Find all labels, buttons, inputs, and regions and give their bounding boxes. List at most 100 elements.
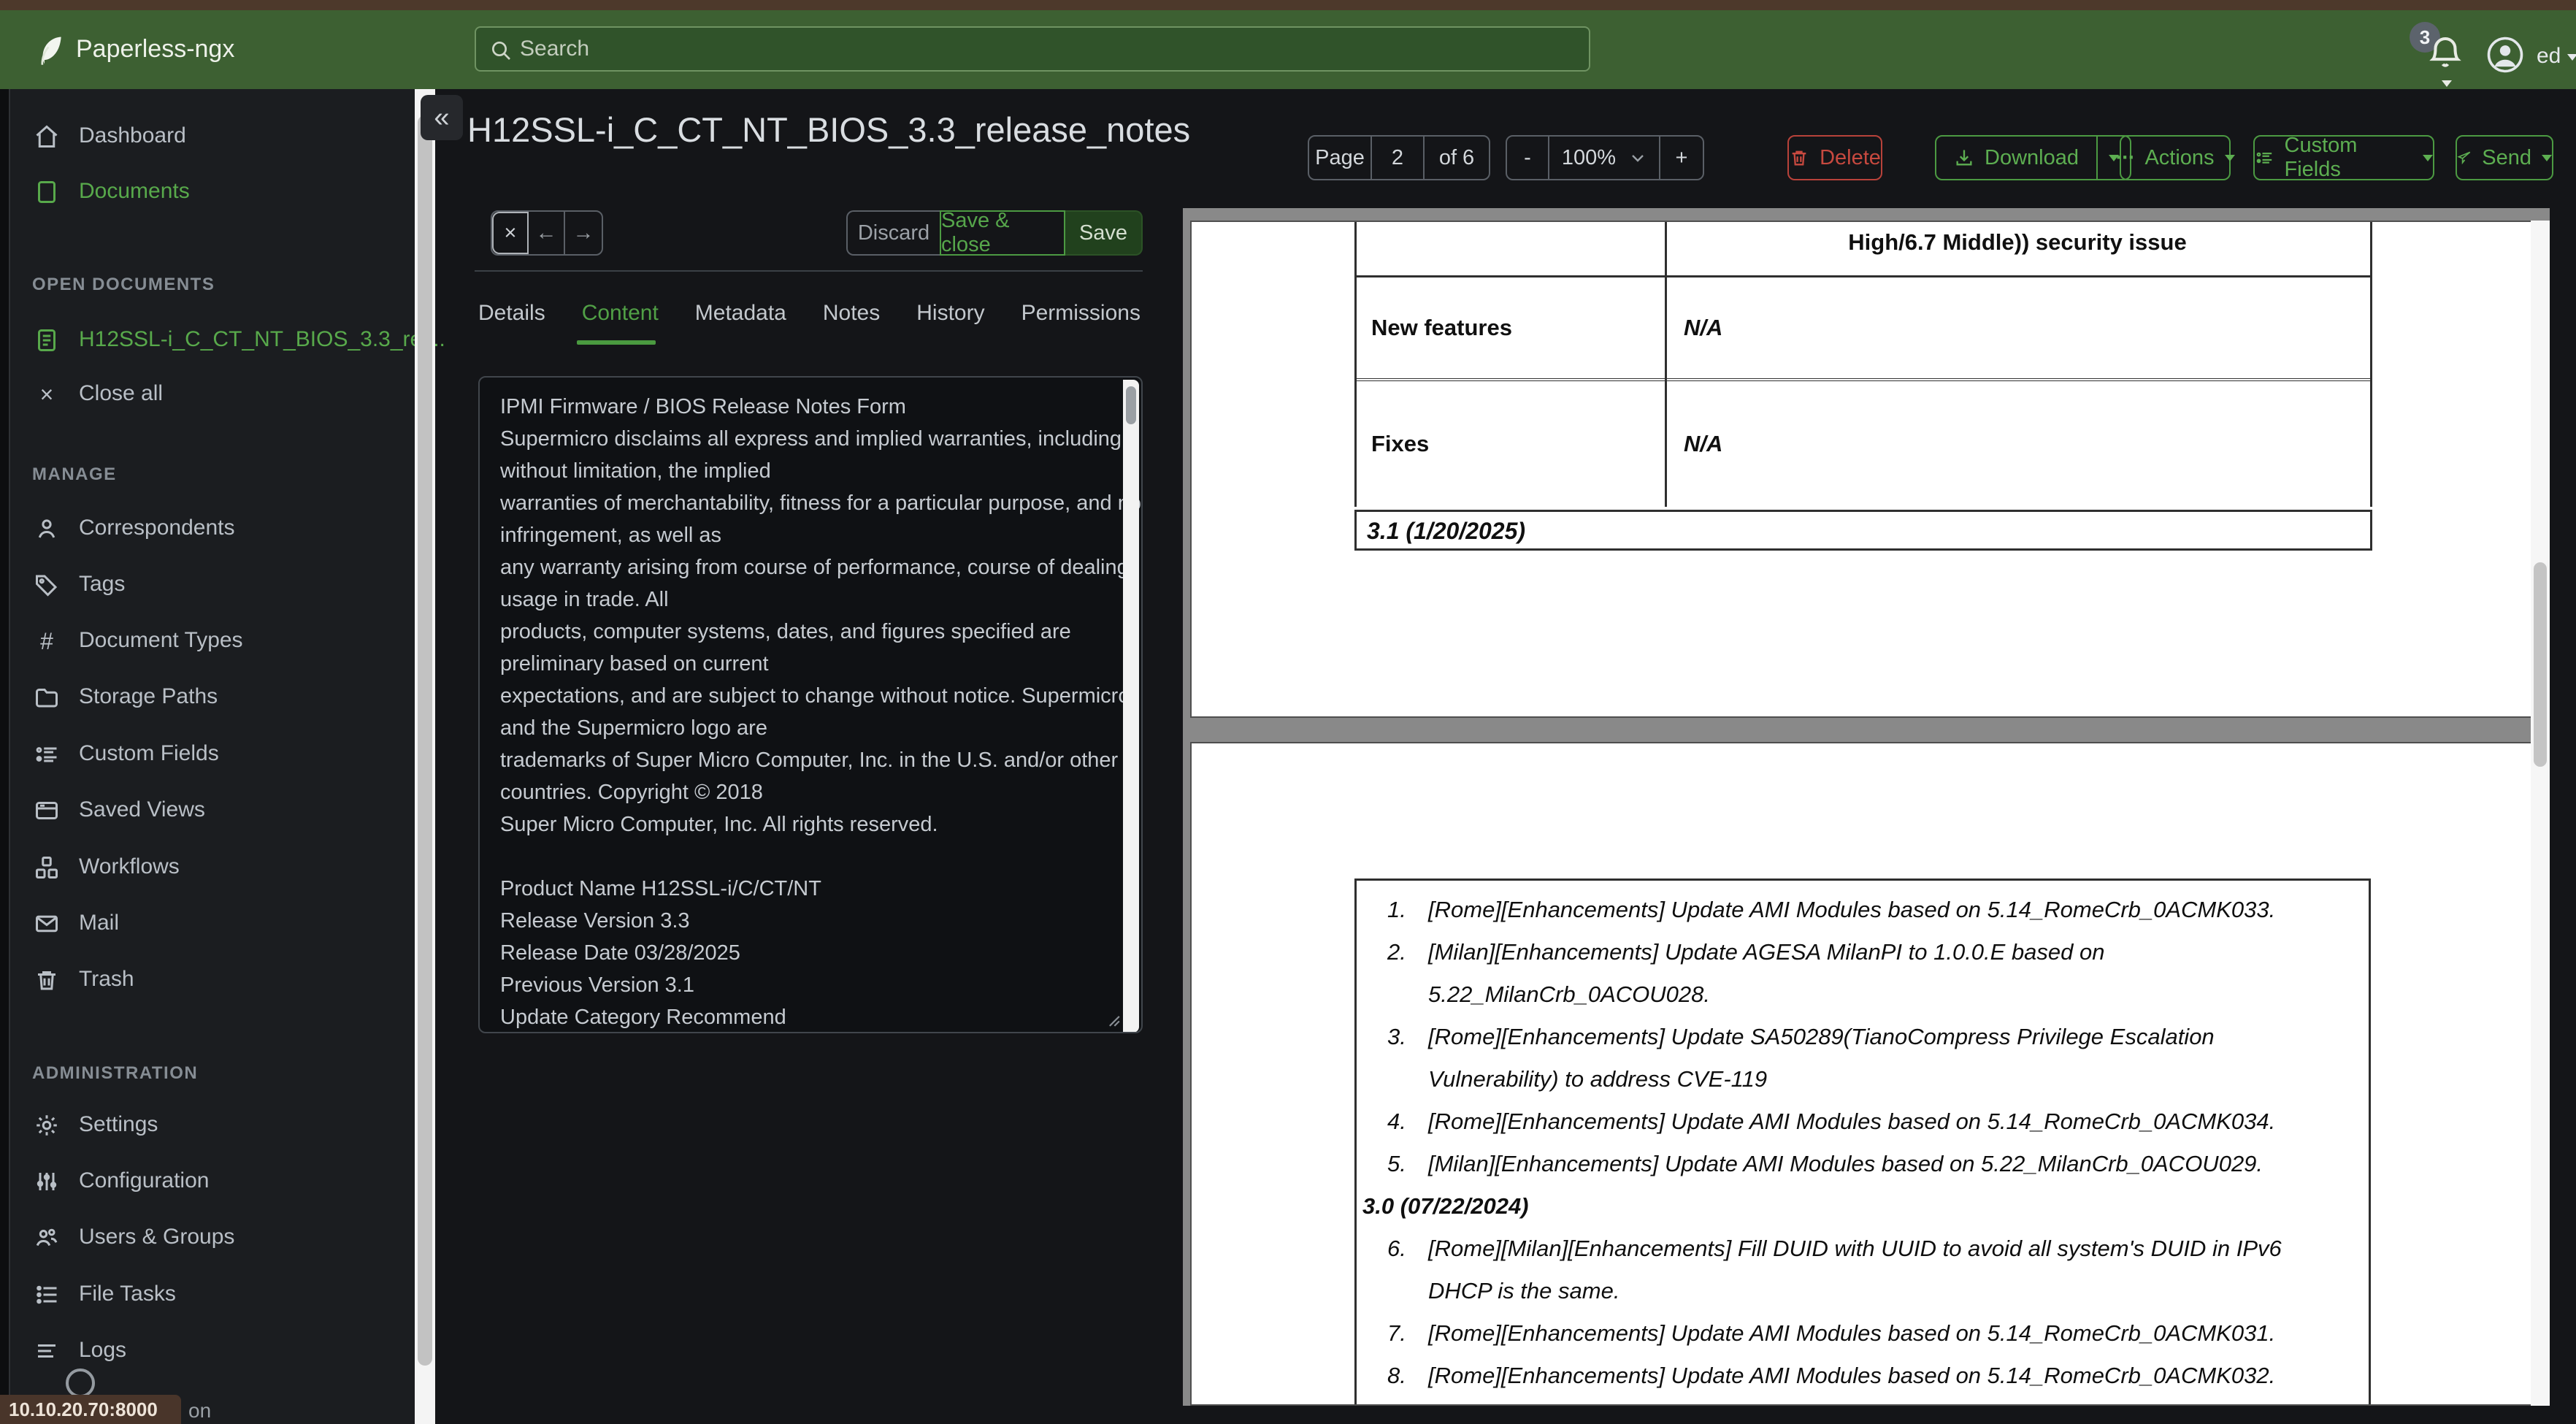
close-document-button[interactable]: × (492, 212, 529, 254)
sidebar-item-trash[interactable]: Trash (9, 957, 415, 1003)
person-icon (32, 514, 61, 543)
pdf-table-row-security: High/6.7 Middle)) security issue (1357, 222, 2370, 277)
zoom-in-button[interactable]: + (1660, 137, 1703, 179)
save-and-close-button[interactable]: Save & close (940, 209, 1065, 256)
list-item: 5.22_MilanCrb_0ACOU028. (1428, 981, 1710, 1007)
sidebar-item-custom-fields[interactable]: Custom Fields (9, 732, 415, 777)
pdf-scrollbar-thumb[interactable] (2534, 562, 2547, 767)
app-header: Paperless-ngx Search 3 ed (0, 10, 2576, 89)
list-item: 9.[Rome][Milan][Enhancements] For UsbBus… (1357, 1399, 2369, 1404)
zoom-out-button[interactable]: - (1507, 137, 1549, 179)
page-total-label: of 6 (1438, 145, 1475, 169)
section-manage: MANAGE (32, 464, 117, 484)
lines-icon (32, 1336, 61, 1366)
notifications-bell-icon[interactable] (2426, 32, 2466, 76)
document-nav-group: × ← → (491, 210, 603, 256)
tab-content[interactable]: Content (582, 301, 659, 326)
sidebar-item-correspondents[interactable]: Correspondents (9, 506, 415, 551)
zoom-level-select[interactable]: 100% (1549, 137, 1660, 179)
search-placeholder: Search (520, 37, 590, 61)
download-split-button: Download (1935, 135, 2131, 180)
notifications-caret-icon (2442, 80, 2452, 87)
page-number-input[interactable]: 2 (1372, 137, 1425, 179)
sidebar-item-mail[interactable]: Mail (9, 901, 415, 946)
tab-details[interactable]: Details (478, 301, 545, 326)
sidebar-item-tags[interactable]: Tags (9, 562, 415, 608)
divider (475, 270, 1143, 272)
page-label: Page (1309, 137, 1372, 179)
actions-button[interactable]: ··· Actions (2115, 135, 2235, 180)
list-version-header: 3.0 (07/22/2024) (1362, 1193, 1529, 1219)
sidebar-item-open-document[interactable]: H12SSL-i_C_CT_NT_BIOS_3.3_rel... (9, 318, 445, 363)
sidebar-item-documents[interactable]: Documents (9, 169, 415, 215)
list-item: 7. [Rome][Enhancements] Update AMI Module… (1387, 1320, 2276, 1346)
section-open-documents: OPEN DOCUMENTS (32, 275, 215, 294)
custom-fields-button[interactable]: Custom Fields (2253, 134, 2434, 181)
tab-permissions[interactable]: Permissions (1021, 301, 1141, 326)
list-item: DHCP is the same. (1428, 1278, 1620, 1304)
tab-notes[interactable]: Notes (823, 301, 880, 326)
list-item: 6. [Rome][Milan][Enhancements] Fill DUID … (1387, 1236, 2282, 1261)
detail-tabs: Details Content Metadata Notes History P… (478, 301, 1141, 326)
envelope-icon (32, 909, 61, 938)
textarea-scrollbar-track[interactable] (1123, 380, 1139, 1032)
user-menu[interactable]: ed (2537, 44, 2561, 69)
sidebar-item-document-types[interactable]: # Document Types (9, 619, 415, 664)
checklist-icon (2256, 152, 2272, 164)
sidebar-item-storage-paths[interactable]: Storage Paths (9, 675, 415, 720)
list-item: 1. [Rome][Enhancements] Update AMI Module… (1387, 897, 2276, 922)
app-window: Paperless-ngx Search 3 ed Dashboard Docu… (0, 0, 2576, 1424)
send-plane-icon (2457, 151, 2471, 165)
document-text-icon (32, 326, 61, 355)
trash-icon (32, 965, 61, 995)
sidebar-item-configuration[interactable]: Configuration (9, 1159, 415, 1204)
list-item: Vulnerability) to address CVE-119 (1428, 1066, 1768, 1092)
sidebar-item-dashboard[interactable]: Dashboard (9, 114, 415, 159)
window-icon (32, 796, 61, 825)
section-administration: ADMINISTRATION (32, 1063, 199, 1083)
documentation-label-partial: on (188, 1399, 212, 1422)
sidebar-scrollbar-thumb[interactable] (418, 115, 432, 1366)
sidebar-item-settings[interactable]: Settings (9, 1103, 415, 1148)
collapse-pane-button[interactable]: « (421, 95, 463, 140)
sidebar-item-logs[interactable]: Logs (9, 1328, 415, 1374)
tab-history[interactable]: History (916, 301, 984, 326)
sidebar-item-saved-views[interactable]: Saved Views (9, 788, 415, 833)
save-button[interactable]: Save (1065, 210, 1143, 256)
next-document-button[interactable]: → (565, 212, 602, 254)
pdf-change-list: 1. [Rome][Enhancements] Update AMI Module… (1354, 878, 2371, 1404)
list-item: 5. [Milan][Enhancements] Update AMI Modul… (1387, 1151, 2263, 1176)
textarea-scrollbar-thumb[interactable] (1126, 386, 1136, 424)
save-button-group: Discard Save & close Save (846, 209, 1143, 256)
browser-chrome-strip (0, 0, 2576, 10)
list-item: 2. [Milan][Enhancements] Update AGESA Mil… (1387, 939, 2105, 965)
sidebar-item-users-groups[interactable]: Users & Groups (9, 1215, 415, 1260)
download-button[interactable]: Download (1936, 137, 2098, 179)
checklist-icon (32, 740, 61, 769)
sidebar-item-file-tasks[interactable]: File Tasks (9, 1272, 415, 1317)
send-button[interactable]: Send (2456, 135, 2553, 180)
sidebar-item-workflows[interactable]: Workflows (9, 845, 415, 890)
sidebar-item-close-all[interactable]: × Close all (9, 372, 415, 417)
list-item: 4. [Rome][Enhancements] Update AMI Module… (1387, 1109, 2276, 1134)
pdf-table: High/6.7 Middle)) security issue New fea… (1354, 222, 2372, 507)
page-title: H12SSL-i_C_CT_NT_BIOS_3.3_release_notes (467, 110, 1191, 149)
content-textarea[interactable]: IPMI Firmware / BIOS Release Notes Form … (478, 376, 1143, 1033)
resize-handle[interactable] (1102, 1008, 1121, 1027)
app-title: Paperless-ngx (76, 35, 235, 63)
pdf-scrollbar-track[interactable] (2531, 221, 2550, 1406)
delete-button[interactable]: Delete (1787, 135, 1882, 180)
user-menu-caret-icon (2567, 54, 2576, 61)
search-input[interactable]: Search (475, 26, 1590, 72)
pdf-preview-viewer: High/6.7 Middle)) security issue New fea… (1183, 208, 2550, 1406)
tab-metadata[interactable]: Metadata (695, 301, 786, 326)
previous-document-button[interactable]: ← (529, 212, 565, 254)
task-list-icon (32, 1280, 61, 1309)
documentation-icon-partial[interactable] (66, 1369, 95, 1398)
hash-icon: # (40, 628, 53, 654)
sliders-icon (32, 1167, 61, 1196)
paperless-logo-icon[interactable] (22, 26, 69, 73)
discard-button[interactable]: Discard (846, 210, 940, 256)
zoom-control-group: - 100% + (1506, 135, 1704, 180)
user-avatar-icon[interactable] (2485, 35, 2525, 74)
